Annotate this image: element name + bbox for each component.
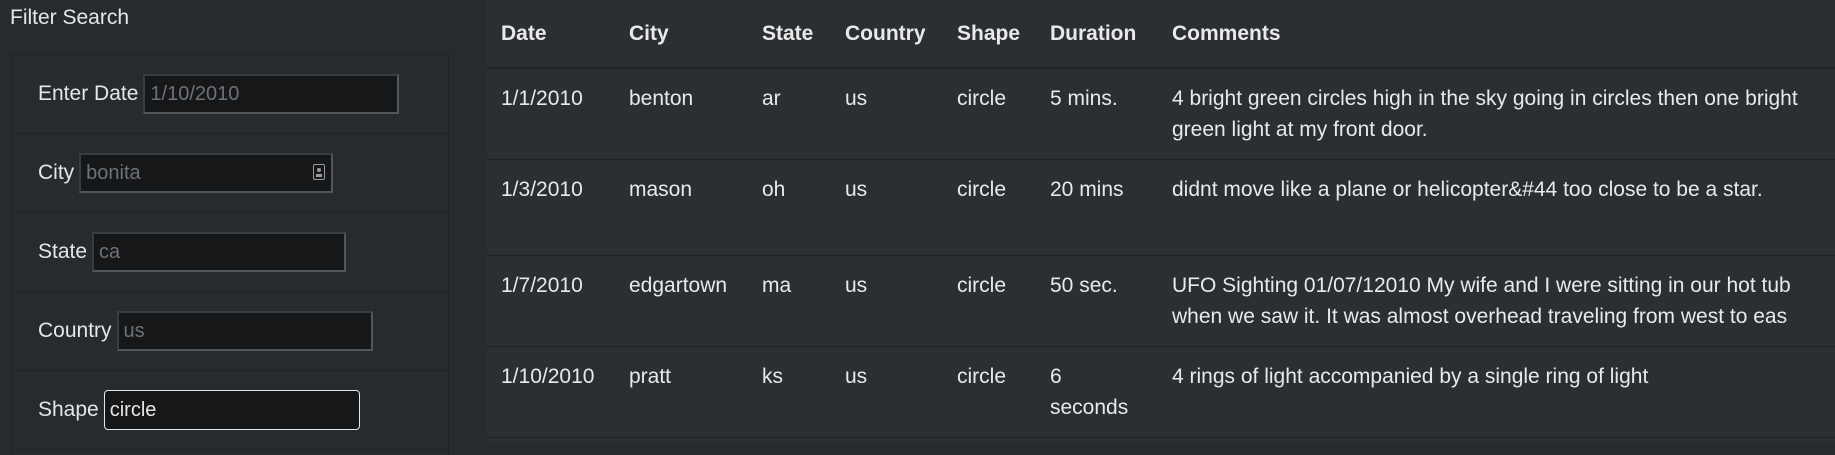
header-duration: Duration xyxy=(1036,0,1158,69)
state-input[interactable] xyxy=(92,232,347,272)
cell-date: 1/3/2010 xyxy=(487,159,615,256)
cell-shape: circle xyxy=(943,159,1036,256)
cell-shape: circle xyxy=(943,255,1036,347)
cell-state: ar xyxy=(748,68,831,160)
cell-date: 1/10/2010 xyxy=(487,346,615,438)
city-label: City xyxy=(38,161,75,184)
cell-city: edgartown xyxy=(615,255,748,347)
header-comments: Comments xyxy=(1158,0,1835,69)
filter-row-shape: Shape xyxy=(12,371,448,450)
header-state: State xyxy=(748,0,831,69)
state-label: State xyxy=(38,240,88,263)
header-country: Country xyxy=(831,0,943,69)
table-header-row: Date City State Country Shape Duration C… xyxy=(487,0,1835,69)
shape-input[interactable] xyxy=(103,390,360,430)
cell-city: mason xyxy=(615,159,748,256)
cell-date: 1/7/2010 xyxy=(487,255,615,347)
cell-state: ma xyxy=(748,255,831,347)
cell-country: us xyxy=(831,159,943,256)
table-row: 1/7/2010 edgartown ma us circle 50 sec. … xyxy=(487,255,1835,347)
cell-country: us xyxy=(831,68,943,160)
cell-shape: circle xyxy=(943,68,1036,160)
filter-panel: Filter Search Enter Date City State Coun… xyxy=(0,0,460,455)
city-input-wrap xyxy=(79,153,334,193)
date-input[interactable] xyxy=(143,74,400,114)
filter-row-date: Enter Date xyxy=(12,55,448,134)
table-row: 1/10/2010 pratt ks us circle 6 seconds 4… xyxy=(487,346,1835,438)
ufo-table: Date City State Country Shape Duration C… xyxy=(487,0,1835,438)
ufo-table-container: Date City State Country Shape Duration C… xyxy=(487,0,1835,442)
cell-comments: UFO Sighting 01/07/12010 My wife and I w… xyxy=(1158,255,1835,347)
country-label: Country xyxy=(38,319,112,342)
city-input[interactable] xyxy=(79,153,334,193)
cell-date: 1/1/2010 xyxy=(487,68,615,160)
cell-state: ks xyxy=(748,346,831,438)
cell-duration: 6 seconds xyxy=(1036,346,1158,438)
cell-country: us xyxy=(831,346,943,438)
shape-label: Shape xyxy=(38,398,99,421)
filter-title: Filter Search xyxy=(10,6,130,29)
cell-city: pratt xyxy=(615,346,748,438)
cell-comments: 4 rings of light accompanied by a single… xyxy=(1158,346,1835,438)
filter-row-city: City xyxy=(12,134,448,213)
table-row: 1/3/2010 mason oh us circle 20 mins didn… xyxy=(487,159,1835,256)
header-date: Date xyxy=(487,0,615,69)
cell-state: oh xyxy=(748,159,831,256)
cell-country: us xyxy=(831,255,943,347)
header-city: City xyxy=(615,0,748,69)
cell-duration: 50 sec. xyxy=(1036,255,1158,347)
contact-card-icon[interactable] xyxy=(313,164,326,180)
table-row: 1/1/2010 benton ar us circle 5 mins. 4 b… xyxy=(487,68,1835,160)
cell-comments: didnt move like a plane or helicopter&#4… xyxy=(1158,159,1835,256)
cell-duration: 20 mins xyxy=(1036,159,1158,256)
date-label: Enter Date xyxy=(38,82,139,105)
filter-list: Enter Date City State Country Shape xyxy=(11,54,449,455)
country-input[interactable] xyxy=(116,311,373,351)
cell-shape: circle xyxy=(943,346,1036,438)
cell-duration: 5 mins. xyxy=(1036,68,1158,160)
filter-row-state: State xyxy=(12,213,448,292)
cell-city: benton xyxy=(615,68,748,160)
filter-row-country: Country xyxy=(12,292,448,371)
header-shape: Shape xyxy=(943,0,1036,69)
cell-comments: 4 bright green circles high in the sky g… xyxy=(1158,68,1835,160)
